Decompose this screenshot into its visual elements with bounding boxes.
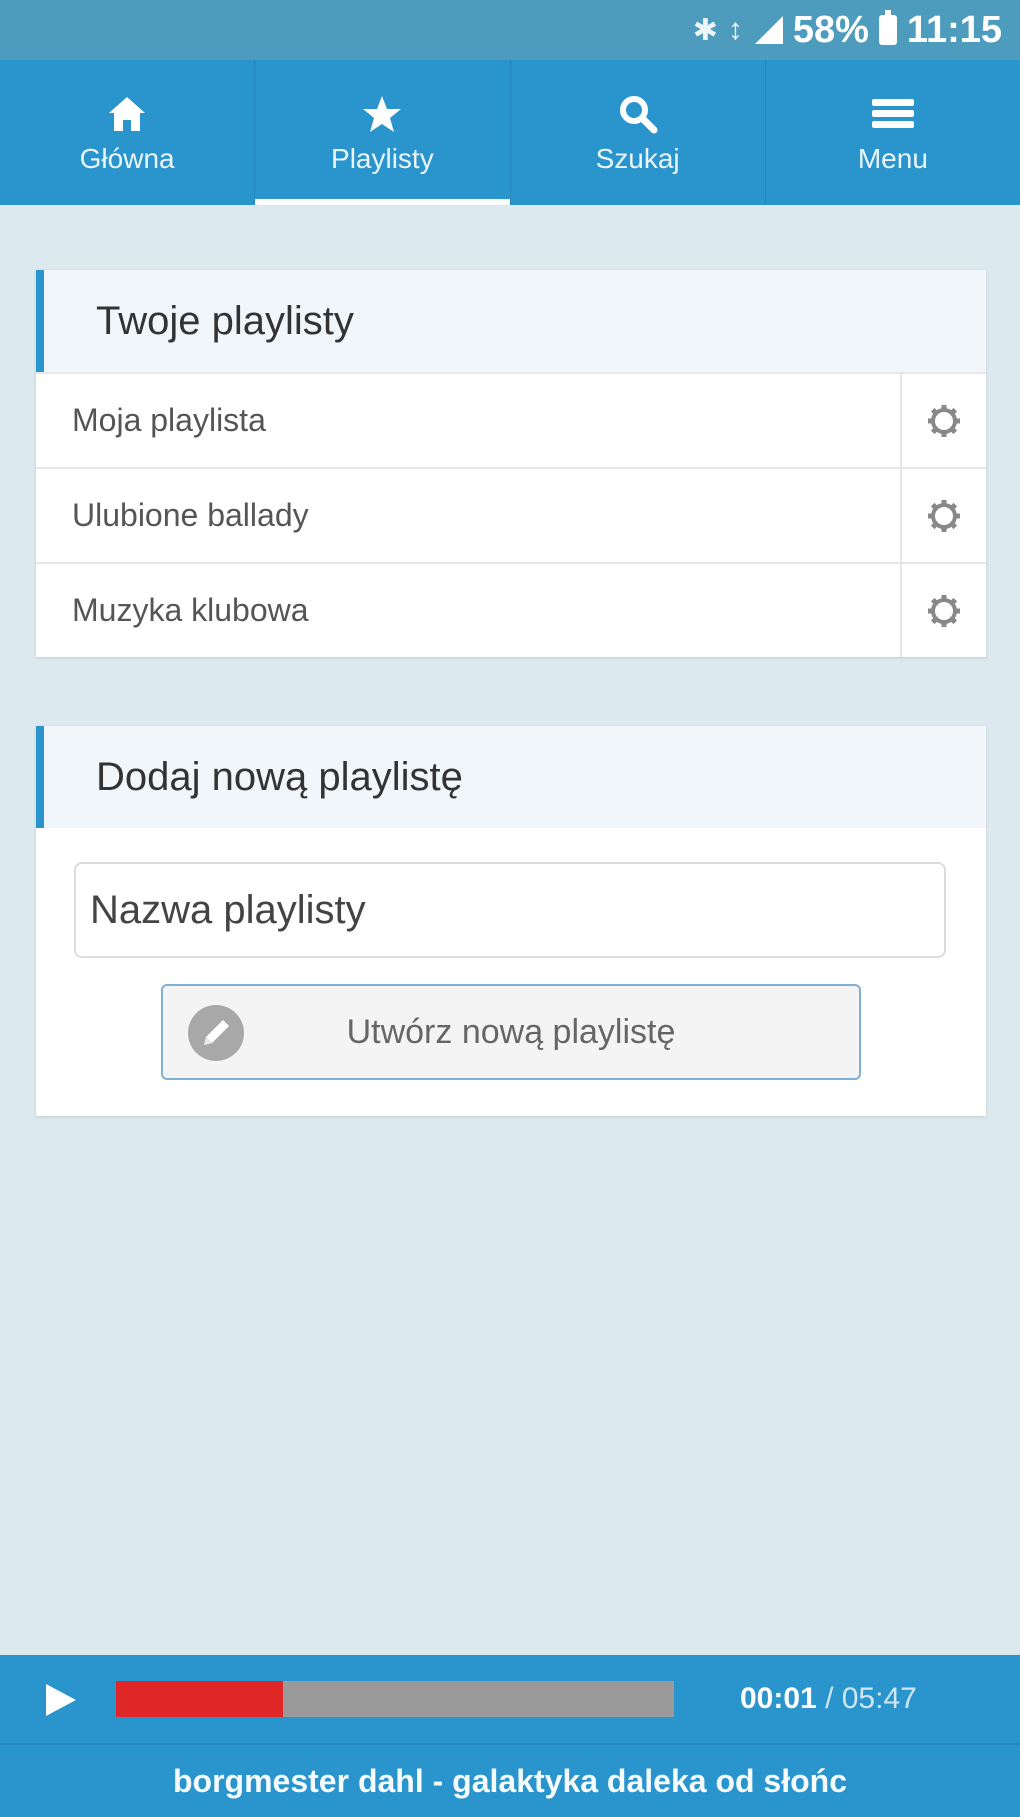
pencil-icon <box>187 1004 245 1071</box>
progress-fill <box>116 1681 284 1717</box>
search-icon <box>618 91 658 137</box>
time-separator: / <box>816 1682 842 1715</box>
audio-player: 00:01 / 05:47 borgmester dahl - galaktyk… <box>0 1655 1020 1817</box>
tab-home[interactable]: Główna <box>0 60 256 205</box>
tab-playlists[interactable]: Playlisty <box>255 60 511 205</box>
playlist-row: Muzyka klubowa <box>36 562 986 657</box>
track-title: borgmester dahl - galaktyka daleka od sł… <box>0 1743 1020 1817</box>
tab-playlists-label: Playlisty <box>331 142 434 174</box>
add-playlist-title: Dodaj nową playlistę <box>36 726 986 828</box>
playlists-card: Twoje playlisty Moja playlista Ulubione … <box>36 270 986 657</box>
add-playlist-form: Utwórz nową playlistę <box>36 828 986 1116</box>
playlists-card-title: Twoje playlisty <box>36 270 986 372</box>
play-button[interactable] <box>44 1682 78 1723</box>
create-playlist-button[interactable]: Utwórz nową playlistę <box>161 984 861 1080</box>
playlist-row: Ulubione ballady <box>36 467 986 562</box>
battery-percent: 58% <box>792 8 869 51</box>
total-time: 05:47 <box>841 1682 917 1715</box>
play-icon <box>46 1684 76 1716</box>
create-playlist-label: Utwórz nową playlistę <box>346 1012 676 1051</box>
playlist-name[interactable]: Ulubione ballady <box>36 469 900 562</box>
time-display: 00:01 / 05:47 <box>740 1681 917 1717</box>
signal-icon <box>753 16 783 44</box>
playlist-row: Moja playlista <box>36 372 986 467</box>
playlist-name-input[interactable] <box>74 862 946 958</box>
tab-menu-label: Menu <box>857 142 928 174</box>
gear-icon <box>928 404 960 437</box>
battery-icon <box>878 10 897 45</box>
add-playlist-card: Dodaj nową playlistę Utwórz nową playlis… <box>36 726 986 1116</box>
vibrate-icon: ↕ <box>727 13 743 46</box>
gear-icon <box>928 594 960 627</box>
tab-menu[interactable]: Menu <box>766 60 1020 205</box>
playlist-settings-button[interactable] <box>900 564 986 657</box>
tab-search[interactable]: Szukaj <box>511 60 766 205</box>
playlist-settings-button[interactable] <box>900 374 986 467</box>
status-bar: ✱ ↕ 58% 11:15 <box>0 0 1020 60</box>
bluetooth-icon: ✱ <box>692 13 718 47</box>
playlist-name[interactable]: Moja playlista <box>36 374 900 467</box>
elapsed-time: 00:01 <box>740 1682 817 1715</box>
tab-home-label: Główna <box>79 142 175 174</box>
gear-icon <box>928 499 960 532</box>
player-controls: 00:01 / 05:47 <box>0 1655 1020 1743</box>
tab-search-label: Szukaj <box>595 142 680 174</box>
menu-icon <box>871 91 914 137</box>
star-icon <box>362 91 402 137</box>
top-nav: Główna Playlisty Szukaj Menu <box>0 60 1020 205</box>
playlist-name[interactable]: Muzyka klubowa <box>36 564 900 657</box>
clock: 11:15 <box>906 8 1002 51</box>
progress-bar[interactable] <box>116 1681 674 1717</box>
home-icon <box>107 91 147 137</box>
playlist-settings-button[interactable] <box>900 469 986 562</box>
